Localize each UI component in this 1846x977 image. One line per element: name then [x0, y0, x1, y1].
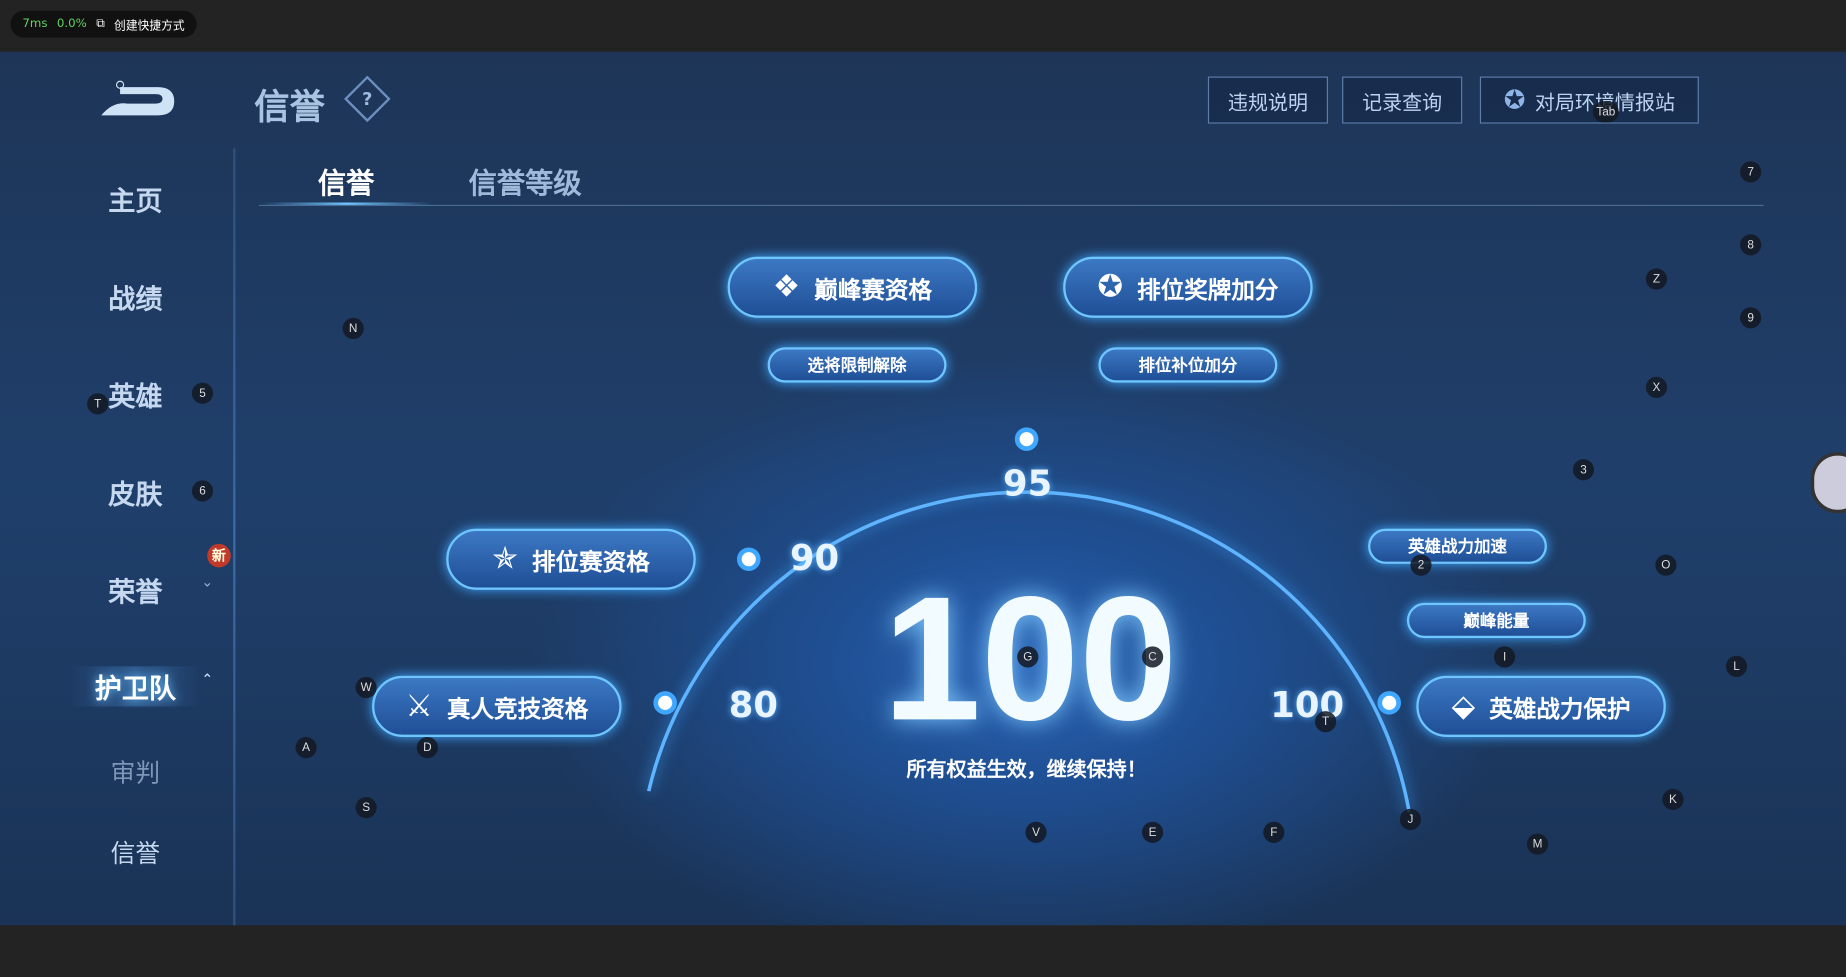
shield-star-icon: ✯: [492, 541, 518, 577]
key-hint: K: [1662, 788, 1684, 810]
peak-label: 巅峰赛资格: [814, 274, 933, 304]
diamond-icon: ❖: [772, 269, 801, 305]
gauge-mark-90: 90: [789, 538, 840, 580]
key-hint: 5: [191, 382, 214, 404]
key-hint: W: [355, 676, 377, 699]
shortcut-icon[interactable]: ⧉: [96, 18, 104, 31]
key-hint: 7: [1740, 161, 1762, 183]
key-hint: L: [1725, 655, 1748, 677]
key-hint: 9: [1740, 307, 1762, 329]
cpu-usage: 0.0%: [56, 17, 87, 31]
gauge-mark-80: 80: [728, 685, 778, 727]
ranked-qualification-badge[interactable]: ✯ 排位赛资格: [446, 528, 696, 590]
arc-node-90: [736, 547, 761, 571]
arc-node-95: [1014, 427, 1039, 451]
key-hint: M: [1526, 833, 1549, 855]
peak-qualification-badge[interactable]: ❖ 巅峰赛资格: [727, 256, 978, 318]
key-hint: Tab: [1592, 101, 1619, 123]
key-hint: 8: [1740, 234, 1762, 256]
peak-energy-badge[interactable]: 巅峰能量: [1406, 602, 1586, 639]
key-hint: 3: [1572, 459, 1595, 481]
key-hint: 6: [191, 480, 214, 502]
ranked-label: 排位赛资格: [532, 546, 650, 576]
credit-arc: [646, 427, 1411, 813]
key-hint: 2: [1410, 554, 1432, 576]
key-hint: T: [87, 393, 109, 415]
key-hint: Z: [1645, 268, 1668, 290]
top-bar: 7ms 0.0% ⧉ 创建快捷方式: [0, 0, 1846, 52]
perf-overlay: 7ms 0.0% ⧉ 创建快捷方式: [10, 10, 197, 38]
key-hint: D: [416, 736, 438, 759]
rank-medal-label: 排位奖牌加分: [1137, 274, 1279, 304]
hero-power-label: 英雄战力保护: [1489, 694, 1631, 723]
key-hint: I: [1493, 646, 1516, 668]
real-person-qualification-badge[interactable]: ⚔ 真人竞技资格: [372, 675, 622, 737]
rank-fill-bonus-badge[interactable]: 排位补位加分: [1098, 347, 1278, 383]
create-shortcut-button[interactable]: 创建快捷方式: [114, 15, 185, 33]
star-medal-icon: ✪: [1097, 269, 1124, 305]
gauge-mark-95: 95: [1003, 463, 1053, 506]
hero-shield-icon: ⬙: [1451, 688, 1476, 725]
key-hint: O: [1655, 554, 1677, 576]
key-hint: E: [1141, 821, 1164, 843]
key-hint: N: [342, 317, 364, 340]
game-screen: 信誉 ? 违规说明 记录查询 ✪ 对局环境情报站 主页 战绩 英雄 皮肤 荣誉 …: [0, 51, 1846, 926]
hero-power-boost-badge[interactable]: 英雄战力加速: [1368, 528, 1547, 564]
hero-pick-unlock-badge[interactable]: 选将限制解除: [767, 347, 947, 383]
key-hint: G: [1017, 646, 1039, 668]
key-hint: J: [1399, 808, 1422, 830]
real-person-label: 真人竞技资格: [446, 694, 589, 723]
sword-icon: ⚔: [405, 688, 433, 725]
hero-power-protection-badge[interactable]: ⬙ 英雄战力保护: [1416, 675, 1666, 737]
key-hint: F: [1263, 821, 1285, 843]
key-hint: T: [1315, 711, 1337, 733]
bottom-bar: [0, 925, 1846, 977]
key-hint: V: [1025, 821, 1047, 843]
key-hint: C: [1141, 646, 1164, 668]
rank-medal-bonus-badge[interactable]: ✪ 排位奖牌加分: [1063, 256, 1313, 318]
latency: 7ms: [22, 17, 48, 31]
arc-node-100: [1377, 691, 1401, 715]
arc-node-80: [653, 691, 677, 715]
key-hint: S: [355, 797, 377, 819]
key-hint: X: [1645, 376, 1668, 398]
key-hint: A: [295, 736, 317, 759]
credit-status-text: 所有权益生效，继续保持！: [906, 758, 1147, 782]
